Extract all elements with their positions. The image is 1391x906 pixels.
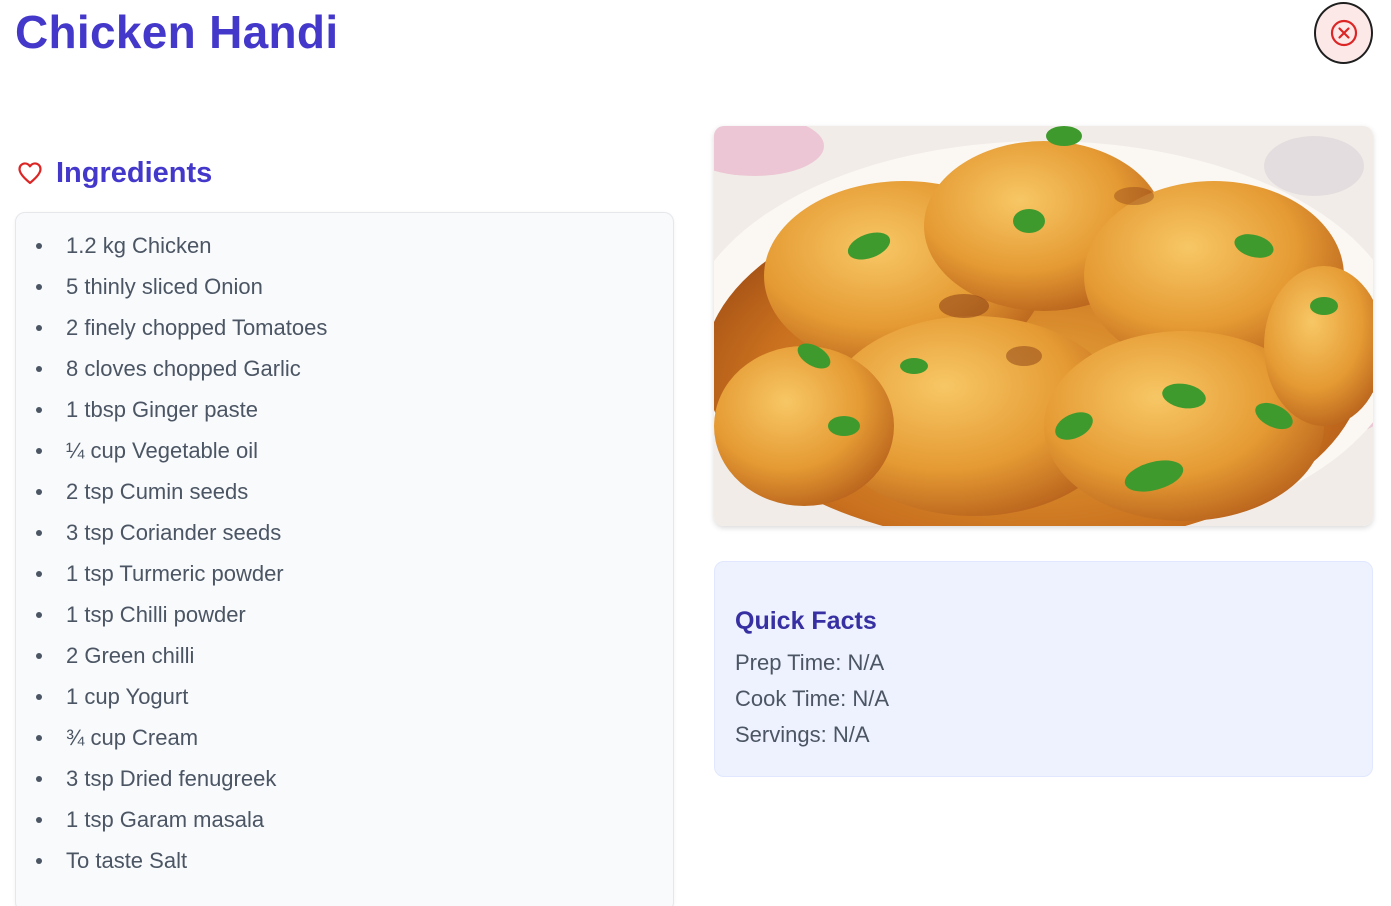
ingredients-card: 1.2 kg Chicken 5 thinly sliced Onion 2 f…	[15, 212, 674, 906]
list-item: 5 thinly sliced Onion	[16, 266, 673, 307]
close-circle-icon	[1330, 19, 1357, 47]
recipe-image	[714, 126, 1373, 526]
servings: Servings: N/A	[735, 722, 870, 747]
list-item: 1 tsp Turmeric powder	[16, 553, 673, 594]
list-item: ¾ cup Cream	[16, 717, 673, 758]
ingredients-header: Ingredients	[16, 156, 212, 190]
list-item: 1.2 kg Chicken	[16, 225, 673, 266]
list-item: 3 tsp Coriander seeds	[16, 512, 673, 553]
list-item: 2 Green chilli	[16, 635, 673, 676]
list-item: 2 finely chopped Tomatoes	[16, 307, 673, 348]
ingredients-list: 1.2 kg Chicken 5 thinly sliced Onion 2 f…	[16, 225, 673, 881]
recipe-modal: Chicken Handi Ingredients 1.2 kg Chicken…	[0, 0, 1391, 906]
list-item: 1 cup Yogurt	[16, 676, 673, 717]
recipe-title: Chicken Handi	[15, 6, 339, 58]
quick-facts-heading: Quick Facts	[735, 607, 877, 635]
list-item: 1 tsp Chilli powder	[16, 594, 673, 635]
heart-icon	[18, 162, 42, 185]
ingredients-heading: Ingredients	[56, 157, 213, 189]
list-item: To taste Salt	[16, 840, 673, 881]
list-item: 2 tsp Cumin seeds	[16, 471, 673, 512]
prep-time: Prep Time: N/A	[735, 650, 885, 675]
close-button[interactable]	[1314, 2, 1373, 64]
cook-time: Cook Time: N/A	[735, 686, 890, 711]
list-item: ¼ cup Vegetable oil	[16, 430, 673, 471]
list-item: 1 tsp Garam masala	[16, 799, 673, 840]
quick-facts-card: Quick Facts Prep Time: N/A Cook Time: N/…	[714, 561, 1373, 777]
list-item: 8 cloves chopped Garlic	[16, 348, 673, 389]
list-item: 3 tsp Dried fenugreek	[16, 758, 673, 799]
list-item: 1 tbsp Ginger paste	[16, 389, 673, 430]
